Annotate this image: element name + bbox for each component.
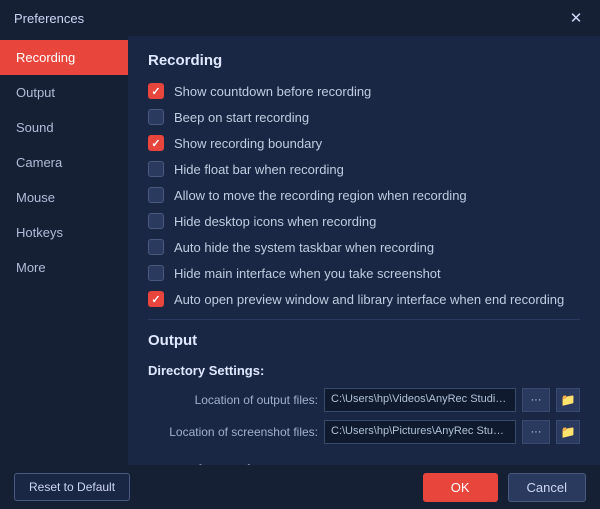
sidebar-item-sound[interactable]: Sound: [0, 110, 128, 145]
footer: Reset to Default OK Cancel: [0, 465, 600, 509]
checkbox-label-countdown: Show countdown before recording: [174, 84, 371, 99]
checkbox-row-autoopen: Auto open preview window and library int…: [148, 291, 580, 307]
preferences-window: Preferences ✕ Recording Output Sound Cam…: [0, 0, 600, 509]
checkbox-row-taskbar: Auto hide the system taskbar when record…: [148, 239, 580, 255]
checkbox-row-floatbar: Hide float bar when recording: [148, 161, 580, 177]
window-title: Preferences: [14, 11, 84, 26]
sidebar-item-mouse[interactable]: Mouse: [0, 180, 128, 215]
output-files-input[interactable]: C:\Users\hp\Videos\AnyRec Studio\AnyRec …: [324, 388, 516, 412]
checkbox-label-taskbar: Auto hide the system taskbar when record…: [174, 240, 434, 255]
checkbox-floatbar[interactable]: [148, 161, 164, 177]
output-section: Output Directory Settings: Location of o…: [148, 332, 580, 465]
output-files-label: Location of output files:: [148, 393, 318, 407]
folder-icon-2: 📁: [561, 425, 576, 439]
checkbox-moveregion[interactable]: [148, 187, 164, 203]
checkbox-label-autoopen: Auto open preview window and library int…: [174, 292, 564, 307]
checkbox-label-moveregion: Allow to move the recording region when …: [174, 188, 467, 203]
checkbox-beep[interactable]: [148, 109, 164, 125]
checkbox-autoopen[interactable]: [148, 291, 164, 307]
cancel-button[interactable]: Cancel: [508, 473, 586, 502]
footer-right-buttons: OK Cancel: [423, 473, 586, 502]
close-button[interactable]: ✕: [566, 8, 586, 28]
checkbox-row-boundary: Show recording boundary: [148, 135, 580, 151]
checkbox-label-maininterface: Hide main interface when you take screen…: [174, 266, 441, 281]
titlebar: Preferences ✕: [0, 0, 600, 36]
checkbox-row-countdown: Show countdown before recording: [148, 83, 580, 99]
recording-section-title: Recording: [148, 52, 580, 69]
ok-button[interactable]: OK: [423, 473, 498, 502]
sidebar: Recording Output Sound Camera Mouse Hotk…: [0, 36, 128, 465]
screenshot-files-label: Location of screenshot files:: [148, 425, 318, 439]
sidebar-item-camera[interactable]: Camera: [0, 145, 128, 180]
sidebar-item-more[interactable]: More: [0, 250, 128, 285]
content-area: Recording Output Sound Camera Mouse Hotk…: [0, 36, 600, 465]
main-panel: Recording Show countdown before recordin…: [128, 36, 600, 465]
checkbox-label-desktopicons: Hide desktop icons when recording: [174, 214, 376, 229]
screenshot-files-input[interactable]: C:\Users\hp\Pictures\AnyRec Studio\AnyRe…: [324, 420, 516, 444]
checkbox-row-moveregion: Allow to move the recording region when …: [148, 187, 580, 203]
screenshot-files-dots-button[interactable]: ···: [522, 420, 550, 444]
screenshot-files-row: Location of screenshot files: C:\Users\h…: [148, 420, 580, 444]
checkbox-row-beep: Beep on start recording: [148, 109, 580, 125]
checkbox-maininterface[interactable]: [148, 265, 164, 281]
checkbox-desktopicons[interactable]: [148, 213, 164, 229]
checkbox-taskbar[interactable]: [148, 239, 164, 255]
reset-to-default-button[interactable]: Reset to Default: [14, 473, 130, 501]
output-files-folder-button[interactable]: 📁: [556, 388, 580, 412]
checkbox-label-floatbar: Hide float bar when recording: [174, 162, 344, 177]
output-files-dots-button[interactable]: ···: [522, 388, 550, 412]
checkbox-countdown[interactable]: [148, 83, 164, 99]
output-section-title: Output: [148, 332, 580, 349]
checkbox-label-beep: Beep on start recording: [174, 110, 309, 125]
screenshot-files-folder-button[interactable]: 📁: [556, 420, 580, 444]
checkbox-boundary[interactable]: [148, 135, 164, 151]
section-divider: [148, 319, 580, 320]
checkbox-row-maininterface: Hide main interface when you take screen…: [148, 265, 580, 281]
checkbox-row-desktopicons: Hide desktop icons when recording: [148, 213, 580, 229]
checkbox-label-boundary: Show recording boundary: [174, 136, 322, 151]
sidebar-item-output[interactable]: Output: [0, 75, 128, 110]
folder-icon: 📁: [561, 393, 576, 407]
sidebar-item-hotkeys[interactable]: Hotkeys: [0, 215, 128, 250]
sidebar-item-recording[interactable]: Recording: [0, 40, 128, 75]
directory-settings-title: Directory Settings:: [148, 363, 580, 378]
output-files-row: Location of output files: C:\Users\hp\Vi…: [148, 388, 580, 412]
